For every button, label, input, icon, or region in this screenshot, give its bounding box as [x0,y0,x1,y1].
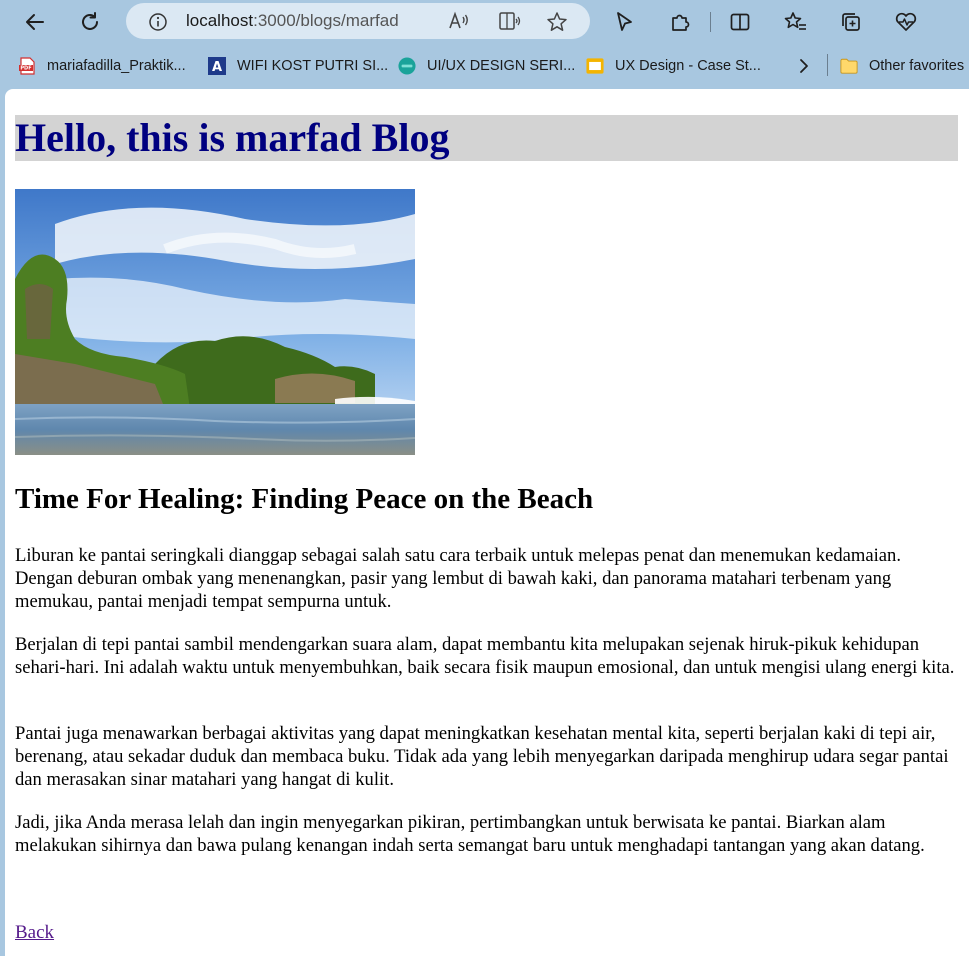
myskill-icon [398,57,416,75]
post-paragraph: Jadi, jika Anda merasa lelah dan ingin m… [15,812,925,856]
back-arrow-icon[interactable] [19,6,51,38]
split-screen-icon[interactable] [724,6,756,38]
bookmark-item[interactable]: PDF mariafadilla_Praktik... [18,56,186,76]
post-paragraph: Berjalan di tepi pantai sambil mendengar… [15,634,955,678]
other-favorites[interactable]: Other favorites [840,56,964,76]
blog-header: Hello, this is marfad Blog [15,115,958,161]
address-bar[interactable]: localhost:3000/blogs/marfad [126,3,590,39]
bookmark-item[interactable]: UI/UX DESIGN SERI... [398,56,575,76]
chevron-right-icon[interactable] [797,56,811,76]
favorite-star-icon[interactable] [546,11,568,38]
site-info-icon[interactable] [148,12,168,37]
refresh-icon[interactable] [74,6,106,38]
collections-icon[interactable] [835,6,867,38]
toolbar-separator [710,12,711,32]
read-aloud-icon[interactable] [448,11,470,36]
immersive-reader-icon[interactable] [498,11,522,36]
favorites-separator [827,54,828,76]
post-paragraph: Liburan ke pantai seringkali dianggap se… [15,545,901,612]
beach-photo [15,189,415,455]
letter-a-icon: A [208,57,226,75]
page-content: Hello, this is marfad Blog Time For Heal… [5,89,969,956]
bookmark-item[interactable]: A WIFI KOST PUTRI SI... [208,56,388,76]
browser-essentials-icon[interactable] [890,6,922,38]
back-link[interactable]: Back [15,922,54,944]
bookmark-item[interactable]: UX Design - Case St... [586,56,761,76]
slides-icon [586,57,604,75]
pdf-icon: PDF [18,57,36,75]
post-paragraph: Pantai juga menawarkan berbagai aktivita… [15,723,949,790]
browser-toolbar: localhost:3000/blogs/marfad [0,0,969,44]
folder-icon [840,57,858,75]
post-title: Time For Healing: Finding Peace on the B… [15,483,594,515]
page-title: Hello, this is marfad Blog [15,115,450,160]
favorites-icon[interactable] [780,6,812,38]
svg-text:A: A [212,60,222,75]
svg-text:PDF: PDF [20,66,31,72]
favorites-bar: PDF mariafadilla_Praktik... A WIFI KOST … [0,44,969,86]
address-url[interactable]: localhost:3000/blogs/marfad [186,11,399,31]
cursor-icon[interactable] [608,6,640,38]
extensions-icon[interactable] [664,6,696,38]
